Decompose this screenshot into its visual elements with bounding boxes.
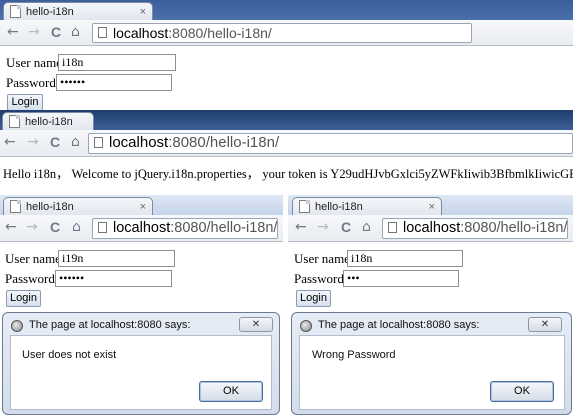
tab-title: hello-i18n (26, 200, 74, 213)
password-label: Password (5, 271, 55, 286)
tab-close-icon[interactable]: × (140, 201, 146, 213)
url-path: :8080/hello-i18n/ (170, 220, 278, 236)
url-host: localhost (109, 134, 169, 151)
login-button[interactable]: Login (6, 290, 41, 307)
page-icon (94, 137, 103, 148)
tab-title: hello-i18n (26, 5, 74, 18)
address-bar[interactable]: localhost:8080/hello-i18n/ (382, 218, 568, 239)
username-label: User name (5, 251, 61, 266)
forward-icon[interactable]: → (27, 134, 39, 150)
ok-button[interactable]: OK (490, 381, 554, 402)
forward-icon[interactable]: → (26, 219, 38, 235)
home-icon[interactable]: ⌂ (72, 219, 81, 235)
close-icon[interactable]: ✕ (528, 317, 562, 332)
password-label: Password (294, 271, 344, 286)
navigation-toolbar: ← → C ⌂ localhost:8080/hello-i18n/ (0, 130, 573, 157)
alert-dialog: The page at localhost:8080 says: ✕ Wrong… (291, 312, 572, 415)
navigation-toolbar: ← → C ⌂ localhost:8080/hello-i18n/ (288, 215, 573, 242)
reload-icon[interactable]: C (341, 219, 351, 235)
browser-tab[interactable]: hello-i18n (2, 112, 94, 130)
browser-tab[interactable]: hello-i18n × (3, 197, 153, 215)
home-icon[interactable]: ⌂ (362, 219, 371, 235)
page-favicon-icon (299, 200, 310, 213)
forward-icon[interactable]: → (317, 219, 329, 235)
page-icon (388, 222, 397, 233)
username-label: User name (6, 55, 62, 70)
url-host: localhost (113, 220, 171, 236)
page-favicon-icon (10, 5, 21, 18)
back-icon[interactable]: ← (7, 24, 19, 40)
address-bar[interactable]: localhost:8080/hello-i18n/ (92, 218, 278, 239)
reload-icon[interactable]: C (50, 134, 60, 150)
page-icon (98, 222, 107, 233)
dialog-body: User does not exist OK (10, 335, 272, 410)
page-icon (98, 27, 107, 38)
dialog-title: The page at localhost:8080 says: (29, 319, 191, 331)
address-bar[interactable]: localhost:8080/hello-i18n/ (92, 23, 472, 43)
password-label: Password (6, 75, 56, 90)
dialog-title: The page at localhost:8080 says: (318, 319, 480, 331)
url-path: :8080/hello-i18n/ (460, 220, 568, 236)
address-bar[interactable]: localhost:8080/hello-i18n/ (88, 133, 573, 154)
forward-icon[interactable]: → (28, 24, 40, 40)
login-button[interactable]: Login (296, 290, 331, 307)
back-icon[interactable]: ← (5, 219, 17, 235)
alert-dialog: The page at localhost:8080 says: ✕ User … (2, 312, 280, 415)
username-input[interactable]: i18n (347, 250, 463, 267)
browser-icon (11, 320, 23, 332)
username-label: User name (294, 251, 350, 266)
password-input[interactable]: •••••• (55, 270, 172, 287)
reload-icon[interactable]: C (50, 219, 60, 235)
page-favicon-icon (9, 115, 20, 128)
section-divider (0, 187, 573, 195)
dialog-body: Wrong Password OK (299, 335, 565, 410)
navigation-toolbar: ← → C ⌂ localhost:8080/hello-i18n/ (0, 20, 573, 46)
browser-icon (300, 320, 312, 332)
url-path: :8080/hello-i18n/ (168, 25, 272, 41)
username-input[interactable]: i18n (58, 54, 176, 71)
home-icon[interactable]: ⌂ (71, 24, 80, 40)
back-icon[interactable]: ← (4, 134, 16, 150)
password-input[interactable]: ••• (343, 270, 459, 287)
url-host: localhost (113, 25, 169, 41)
page-favicon-icon (10, 200, 21, 213)
tab-close-icon[interactable]: × (429, 201, 435, 213)
password-input[interactable]: •••••• (56, 74, 172, 91)
close-icon[interactable]: ✕ (239, 317, 273, 332)
navigation-toolbar: ← → C ⌂ localhost:8080/hello-i18n/ (0, 215, 283, 242)
url-host: localhost (403, 220, 461, 236)
url-path: :8080/hello-i18n/ (168, 134, 280, 151)
dialog-message: User does not exist (22, 349, 117, 361)
welcome-message: Hello i18n， Welcome to jQuery.i18n.prope… (3, 167, 573, 181)
tab-title: hello-i18n (25, 115, 73, 128)
browser-tab[interactable]: hello-i18n × (3, 2, 153, 20)
home-icon[interactable]: ⌂ (71, 134, 80, 150)
tab-close-icon[interactable]: × (140, 6, 146, 18)
ok-button[interactable]: OK (199, 381, 263, 402)
tab-title: hello-i18n (315, 200, 363, 213)
browser-tab[interactable]: hello-i18n × (292, 197, 442, 215)
dialog-message: Wrong Password (312, 349, 396, 361)
username-input[interactable]: i19n (58, 250, 175, 267)
reload-icon[interactable]: C (51, 24, 61, 40)
login-button[interactable]: Login (7, 94, 43, 111)
back-icon[interactable]: ← (295, 219, 307, 235)
